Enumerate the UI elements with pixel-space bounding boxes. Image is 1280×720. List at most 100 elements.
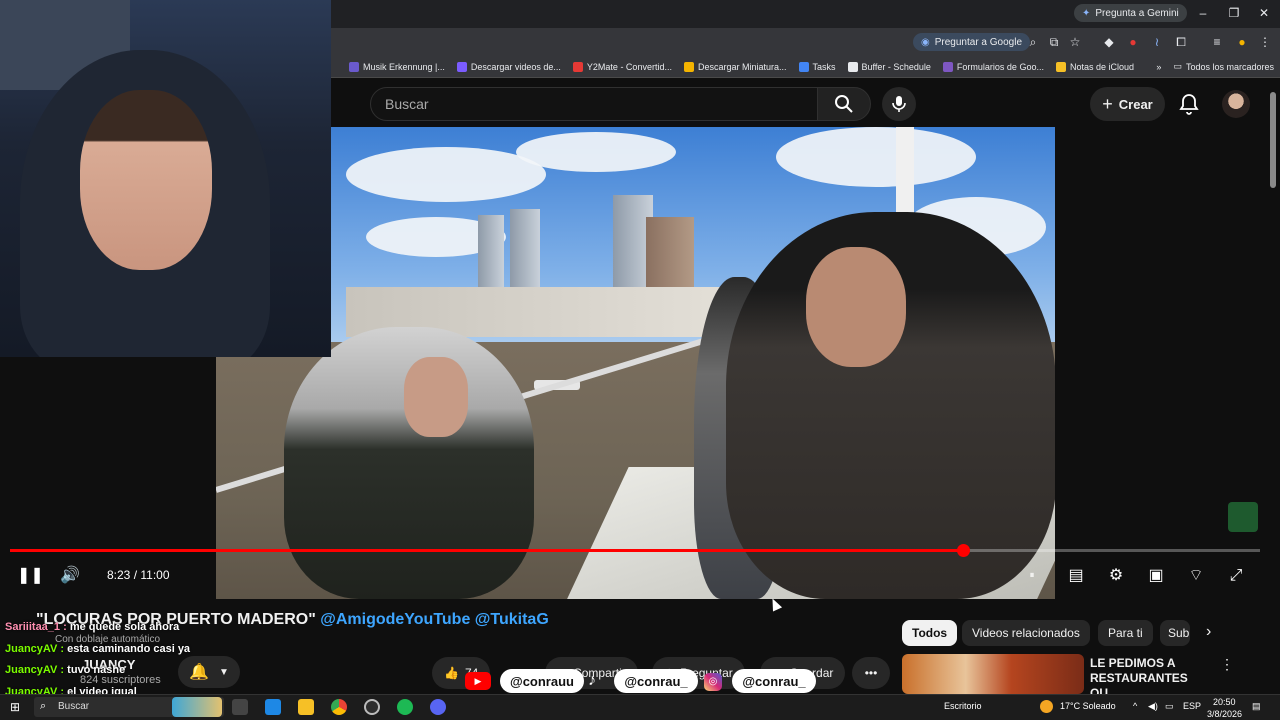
install-icon[interactable]: ⧉ (1047, 35, 1061, 49)
bookmark-label: Y2Mate - Convertid... (586, 61, 672, 72)
progress-scrubber[interactable] (956, 544, 970, 557)
chevron-right-icon[interactable]: › (1206, 623, 1211, 641)
search-button[interactable] (817, 87, 871, 121)
theater-mode-icon[interactable]: ▣ (1146, 566, 1166, 586)
buffer-icon (847, 61, 858, 72)
spotify-icon[interactable] (397, 699, 413, 715)
bookmark-item[interactable]: Formularios de Goo... (937, 61, 1050, 72)
video-player[interactable] (216, 127, 1055, 599)
profile-icon[interactable]: ● (1235, 35, 1249, 49)
extension-red-icon[interactable]: ● (1126, 35, 1140, 49)
bookmark-item[interactable]: Musik Erkennung |... (343, 61, 451, 72)
task-view-icon[interactable] (232, 699, 248, 715)
create-button[interactable]: + Crear (1090, 87, 1165, 121)
channel-watermark[interactable] (1228, 502, 1258, 532)
tray-chevron-icon[interactable]: ^ (1133, 701, 1137, 711)
search-input[interactable]: Buscar (370, 87, 818, 121)
cloud (776, 127, 976, 187)
filter-related[interactable]: Videos relacionados (962, 620, 1090, 646)
tray-volume-icon[interactable]: ◀) (1148, 701, 1158, 712)
bookmark-item[interactable]: Tasks (793, 61, 842, 72)
volume-icon[interactable]: 🔊 (60, 566, 80, 586)
recommended-menu-icon[interactable]: ⋮ (1220, 656, 1234, 673)
bookmark-item[interactable]: Y2Mate - Convertid... (567, 61, 678, 72)
notifications-bell-icon[interactable] (1177, 92, 1201, 116)
bookmark-star-icon[interactable]: ☆ (1068, 35, 1082, 49)
file-explorer-icon[interactable] (298, 699, 314, 715)
social-handle: @conrau_ (732, 669, 816, 693)
obs-icon[interactable] (364, 699, 380, 715)
cast-icon[interactable]: ⌔ (1186, 566, 1206, 586)
windows-start-icon[interactable]: ⊞ (10, 700, 20, 714)
account-avatar[interactable] (1222, 90, 1250, 118)
filter-all[interactable]: Todos (902, 620, 958, 646)
subscription-bell-button[interactable]: 🔔 ▼ (178, 656, 240, 688)
webcam-overlay (0, 0, 331, 357)
subtitles-icon[interactable]: ▤ (1066, 566, 1086, 586)
minimize-icon[interactable]: – (1195, 6, 1211, 20)
video-title-mentions[interactable]: @AmigodeYouTube @TukitaG (320, 611, 549, 628)
ask-google-label: Preguntar a Google (934, 36, 1023, 48)
more-bookmarks-icon[interactable]: » (1150, 62, 1167, 72)
bookmark-item[interactable]: Descargar Miniatura... (678, 61, 793, 72)
filter-subscriptions[interactable]: Sub (1160, 620, 1190, 646)
chevron-down-icon: ▼ (219, 666, 229, 678)
autoplay-toggle-icon[interactable]: ⏸ (1022, 566, 1042, 586)
time-display: 8:23 / 11:00 (107, 568, 170, 582)
bookmark-item[interactable]: Notas de iCloud (1050, 61, 1140, 72)
gemini-button[interactable]: ✦ Pregunta a Gemini (1074, 4, 1187, 22)
microphone-icon (892, 96, 906, 112)
search-highlight-image (172, 697, 222, 717)
cloud (346, 147, 546, 202)
discord-icon[interactable] (430, 699, 446, 715)
extensions-puzzle-icon[interactable]: ⧠ (1174, 35, 1188, 49)
bookmark-item[interactable]: Buffer - Schedule (842, 61, 937, 72)
bookmark-label: Notas de iCloud (1069, 61, 1135, 72)
desktop-label[interactable]: Escritorio (944, 701, 982, 711)
bookmark-label: Buffer - Schedule (861, 61, 931, 72)
tab-search-icon[interactable]: ≡ (1210, 35, 1224, 49)
store-icon[interactable] (265, 699, 281, 715)
notification-icon[interactable]: ▤ (1252, 701, 1261, 712)
maximize-icon[interactable]: ❐ (1226, 6, 1242, 20)
recommended-thumbnail[interactable] (902, 654, 1084, 694)
clock-time[interactable]: 20:50 (1213, 697, 1236, 707)
folder-icon: ▭ (1173, 61, 1182, 71)
bookmark-list: Musik Erkennung |... Descargar videos de.… (343, 61, 1140, 72)
zoom-icon[interactable]: ⌕ (1026, 35, 1040, 49)
chat-user: JuancyAV : (5, 664, 65, 676)
gemini-label: Pregunta a Gemini (1095, 7, 1179, 19)
bookmark-item[interactable]: Descargar videos de... (451, 61, 567, 72)
social-handle: @conrau_ (614, 669, 698, 693)
more-actions-button[interactable]: ••• (852, 657, 890, 689)
fullscreen-icon[interactable]: ⤢ (1226, 566, 1246, 586)
language-label[interactable]: ESP (1183, 701, 1201, 711)
taskbar-search-icon: ⌕ (40, 700, 47, 712)
tray-network-icon[interactable]: ▭ (1165, 701, 1174, 712)
voice-search-button[interactable] (882, 87, 916, 121)
chat-message: Sariiitaa_1 : me quede sola ahora (5, 621, 179, 633)
search-icon (835, 95, 853, 113)
settings-gear-icon[interactable]: ⚙ (1106, 566, 1126, 586)
instagram-icon: ◎ (704, 673, 722, 691)
close-icon[interactable]: ✕ (1256, 6, 1272, 20)
ask-google-button[interactable]: ◉ Preguntar a Google (913, 33, 1031, 51)
progress-bar-played (10, 549, 963, 552)
menu-dots-icon[interactable]: ⋮ (1258, 35, 1272, 49)
thumbs-up-icon: 👍 (444, 666, 459, 680)
extension-wave-icon[interactable]: ≀ (1150, 35, 1164, 49)
chat-message: JuancyAV : tuvo nashe (5, 664, 125, 676)
filter-for-you[interactable]: Para ti (1098, 620, 1153, 646)
weather-label[interactable]: 17°C Soleado (1060, 701, 1116, 711)
all-bookmarks[interactable]: ▭ Todos los marcadores (1167, 61, 1280, 72)
notes-icon (1055, 61, 1066, 72)
webcam-face (80, 90, 212, 270)
clock-date[interactable]: 3/8/2026 (1207, 709, 1242, 719)
social-handle: @conrauu (500, 669, 584, 693)
extension-diamond-icon[interactable]: ◆ (1102, 35, 1116, 49)
pause-icon[interactable]: ❚❚ (17, 566, 44, 586)
chrome-icon[interactable] (331, 699, 347, 715)
create-label: Crear (1118, 96, 1153, 112)
page-scrollbar[interactable] (1270, 92, 1276, 188)
bookmark-label: Tasks (812, 61, 836, 72)
